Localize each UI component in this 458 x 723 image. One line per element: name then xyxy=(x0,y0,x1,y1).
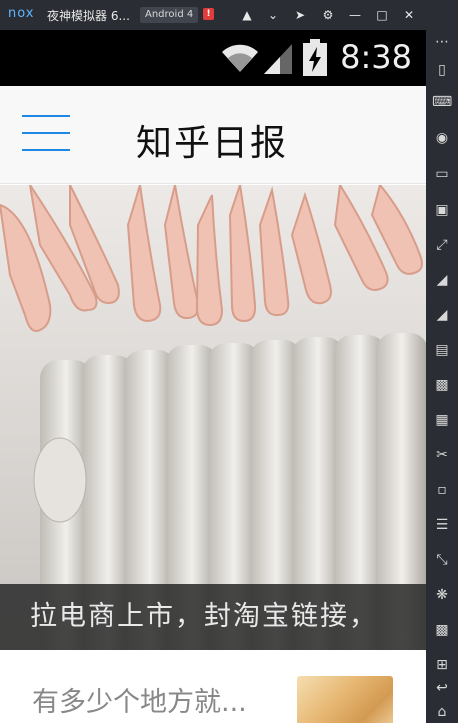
close-icon[interactable]: ✕ xyxy=(401,7,417,23)
minimize-icon[interactable]: — xyxy=(347,7,363,23)
signal-icon xyxy=(264,44,292,74)
home-icon[interactable]: ▲ xyxy=(239,7,255,23)
radiator-hands-image xyxy=(0,185,426,650)
nox-logo: nox xyxy=(8,6,35,21)
volume-down-icon[interactable]: ◢ xyxy=(432,305,452,325)
home-icon[interactable]: ⌂ xyxy=(432,702,452,722)
fullscreen-icon[interactable]: ⤢ xyxy=(432,235,452,255)
alert-badge[interactable]: ! xyxy=(203,8,214,20)
hamburger-menu-button[interactable] xyxy=(22,115,72,153)
back-icon[interactable]: ↩ xyxy=(432,678,452,698)
loading-icon[interactable]: ❋ xyxy=(432,585,452,605)
add-apk-icon[interactable]: ▩ xyxy=(432,375,452,395)
screen-icon[interactable]: ▭ xyxy=(432,164,452,184)
camera-icon[interactable]: ▣ xyxy=(432,200,452,220)
apk-icon[interactable]: ▦ xyxy=(432,410,452,430)
menu-line-icon xyxy=(22,115,70,117)
menu-icon[interactable]: ☰ xyxy=(432,515,452,535)
news-list: 有多少个地方就... xyxy=(0,650,426,723)
app-title: 知乎日报 xyxy=(136,123,289,164)
list-item-title: 有多少个地方就... xyxy=(32,687,247,718)
maximize-icon[interactable]: □ xyxy=(374,7,390,23)
android-version-badge: Android 4 xyxy=(140,7,199,23)
keyboard-icon[interactable]: ⌨ xyxy=(432,92,452,112)
chevron-down-icon[interactable]: ⌄ xyxy=(265,7,281,23)
toolbox-icon[interactable]: ▤ xyxy=(432,340,452,360)
shake-icon[interactable]: ▯ xyxy=(432,60,452,80)
macro-icon[interactable]: ⊞ xyxy=(432,655,452,675)
settings-icon[interactable]: ⚙ xyxy=(320,7,336,23)
menu-line-icon xyxy=(22,149,70,151)
scissors-icon[interactable]: ✂ xyxy=(432,445,452,465)
clock: 8:38 xyxy=(340,38,412,76)
top-story-caption: 拉电商上市，封淘宝链接， xyxy=(0,584,426,650)
menu-line-icon xyxy=(22,132,70,134)
video-icon[interactable]: ▩ xyxy=(432,620,452,640)
emulator-side-toolbar: ⋯ ▯ ⌨ ◉ ▭ ▣ ⤢ ◢ ◢ ▤ ▩ ▦ ✂ ▫ ☰ ⤡ ❋ ▩ ⊞ ↩ … xyxy=(426,30,458,723)
multi-instance-icon[interactable]: ▫ xyxy=(432,480,452,500)
window-title: 夜神模拟器 6... xyxy=(47,9,130,23)
wifi-icon xyxy=(222,44,258,72)
list-item-thumbnail xyxy=(297,676,393,723)
status-bar: 8:38 xyxy=(0,30,426,86)
more-icon[interactable]: ⋯ xyxy=(432,32,452,52)
battery-charging-icon xyxy=(303,39,327,76)
app-bar: 知乎日报 xyxy=(0,86,426,184)
pin-icon[interactable]: ➤ xyxy=(292,7,308,23)
top-story-banner[interactable]: 拉电商上市，封淘宝链接， xyxy=(0,185,426,650)
location-icon[interactable]: ◉ xyxy=(432,128,452,148)
resize-icon[interactable]: ⤡ xyxy=(432,550,452,570)
emulator-title-bar: nox 夜神模拟器 6... Android 4 ! ▲ ⌄ ➤ ⚙ — □ ✕ xyxy=(0,0,458,30)
phone-screen: 8:38 知乎日报 拉电商上市，封淘宝链接， 有多少个地方就... xyxy=(0,30,426,723)
volume-up-icon[interactable]: ◢ xyxy=(432,270,452,290)
